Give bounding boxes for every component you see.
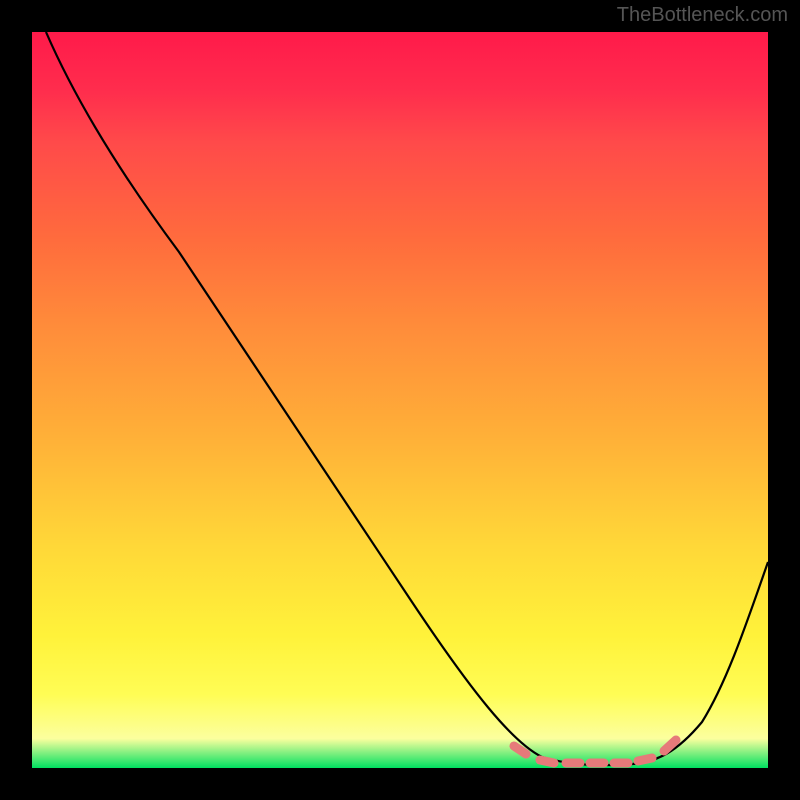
plot-area [32, 32, 768, 768]
highlight-dashes [514, 740, 676, 763]
curve-line [46, 32, 768, 765]
watermark-text: TheBottleneck.com [617, 4, 788, 27]
chart-svg [32, 32, 768, 768]
chart-container: TheBottleneck.com [0, 0, 800, 800]
